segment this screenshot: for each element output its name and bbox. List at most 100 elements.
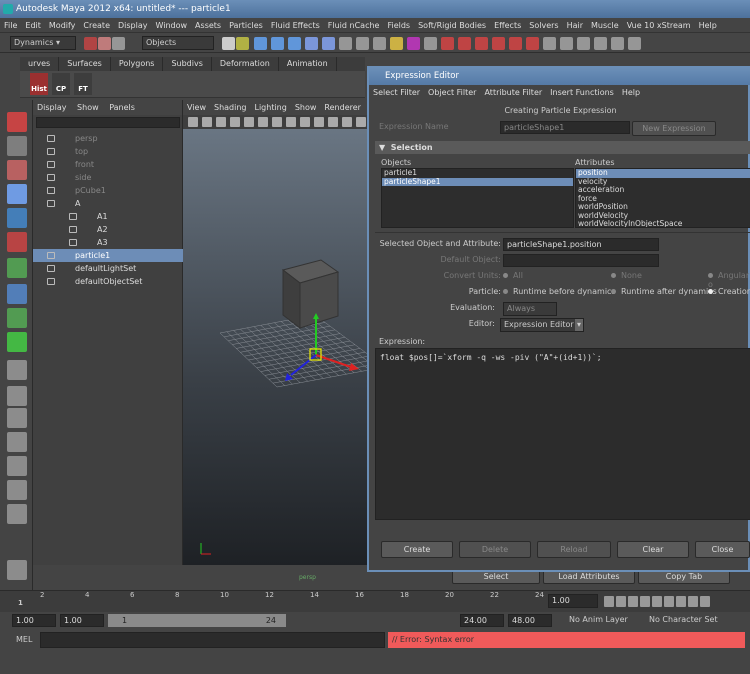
close-button[interactable]: Close	[695, 541, 750, 558]
toolbar-icon[interactable]	[288, 37, 301, 50]
ae-select-button[interactable]: Select	[452, 570, 540, 584]
mel-label[interactable]: MEL	[16, 635, 32, 644]
default-object-field[interactable]	[503, 254, 659, 267]
playback-end-field[interactable]: 24.00	[460, 614, 504, 627]
playback-button-icon[interactable]	[640, 596, 650, 607]
viewport-menu-shading[interactable]: Shading	[214, 103, 247, 112]
tool-icon[interactable]	[7, 284, 27, 304]
outliner-item[interactable]: defaultLightSet	[33, 262, 183, 275]
tool-icon[interactable]	[7, 112, 27, 132]
toolbar-icon[interactable]	[373, 37, 386, 50]
selected-object-field[interactable]: particleShape1.position	[503, 238, 659, 251]
viewport-menu-show[interactable]: Show	[295, 103, 317, 112]
attribute-list-item[interactable]: worldVelocityInObjectSpace	[576, 219, 750, 227]
toolbar-icon[interactable]	[356, 37, 369, 50]
toolbar-icon[interactable]	[628, 37, 641, 50]
tool-icon[interactable]	[7, 208, 27, 228]
playback-button-icon[interactable]	[700, 596, 710, 607]
perspective-viewport[interactable]: ViewShadingLightingShowRendererPanel per…	[183, 100, 391, 581]
viewport-tool-icon[interactable]	[230, 117, 240, 127]
objects-list[interactable]: particle1 particleShape1	[381, 168, 574, 228]
viewport-tool-icon[interactable]	[356, 117, 366, 127]
outliner-menu-panels[interactable]: Panels	[109, 103, 135, 112]
toolbar-icon[interactable]	[543, 37, 556, 50]
toolbar-icon[interactable]	[305, 37, 318, 50]
playback-button-icon[interactable]	[652, 596, 662, 607]
menu-create[interactable]: Create	[83, 21, 110, 30]
menu-modify[interactable]: Modify	[49, 21, 76, 30]
viewport-menu-view[interactable]: View	[187, 103, 206, 112]
outliner-menu-display[interactable]: Display	[37, 103, 67, 112]
tool-icon[interactable]	[7, 386, 27, 406]
editor-menu-attribute-filter[interactable]: Attribute Filter	[484, 88, 542, 97]
shelf-tab-polygons[interactable]: Polygons	[111, 57, 164, 71]
playback-button-icon[interactable]	[604, 596, 614, 607]
outliner-item[interactable]: particle1	[33, 249, 183, 262]
toolbar-icon[interactable]	[577, 37, 590, 50]
outliner-item[interactable]: A1	[33, 210, 183, 223]
toolbar-icon[interactable]	[475, 37, 488, 50]
menu-muscle[interactable]: Muscle	[591, 21, 619, 30]
character-set-dropdown[interactable]: No Character Set	[646, 614, 740, 628]
menu-fluid-ncache[interactable]: Fluid nCache	[328, 21, 380, 30]
outliner-item[interactable]: A	[33, 197, 183, 210]
viewport-tool-icon[interactable]	[314, 117, 324, 127]
toolbar-icon[interactable]	[322, 37, 335, 50]
menu-particles[interactable]: Particles	[229, 21, 263, 30]
outliner-search-field[interactable]	[36, 117, 180, 128]
tool-icon[interactable]	[7, 432, 27, 452]
ae-copy-tab-button[interactable]: Copy Tab	[638, 570, 730, 584]
toolbar-icon[interactable]	[254, 37, 267, 50]
toolbar-icon[interactable]	[560, 37, 573, 50]
hist-button[interactable]: Hist	[30, 73, 48, 95]
outliner-item[interactable]: front	[33, 158, 183, 171]
shelf-tab-subdivs[interactable]: Subdivs	[163, 57, 212, 71]
outliner-item[interactable]: defaultObjectSet	[33, 275, 183, 288]
current-frame-field[interactable]: 1.00	[548, 594, 598, 608]
time-slider[interactable]: 1.00 1 2 4 6 8 10 12 14 16 18 20 22 24	[0, 590, 750, 612]
tool-icon[interactable]	[7, 232, 27, 252]
tool-icon[interactable]	[7, 308, 27, 328]
toolbar-icon[interactable]	[424, 37, 437, 50]
tool-icon[interactable]	[7, 258, 27, 278]
clear-button[interactable]: Clear	[617, 541, 689, 558]
viewport-tool-icon[interactable]	[202, 117, 212, 127]
playback-button-icon[interactable]	[688, 596, 698, 607]
expression-editor-titlebar[interactable]: Expression Editor	[369, 68, 750, 85]
convert-units-none-radio[interactable]: None	[611, 271, 642, 280]
attributes-list[interactable]: position velocity acceleration force worldPo…	[575, 168, 750, 228]
editor-menu-insert-functions[interactable]: Insert Functions	[550, 88, 614, 97]
playback-button-icon[interactable]	[628, 596, 638, 607]
toolbar-icon[interactable]	[112, 37, 125, 50]
menu-window[interactable]: Window	[156, 21, 188, 30]
evaluation-dropdown[interactable]: Always	[503, 302, 557, 316]
menuset-dropdown[interactable]: Dynamics ▾	[10, 36, 76, 50]
anim-layer-dropdown[interactable]: No Anim Layer	[566, 614, 642, 628]
reload-button[interactable]: Reload	[537, 541, 611, 558]
menu-soft-rigid-bodies[interactable]: Soft/Rigid Bodies	[418, 21, 486, 30]
menu-vue-10-xstream[interactable]: Vue 10 xStream	[627, 21, 691, 30]
viewport-menu-lighting[interactable]: Lighting	[254, 103, 286, 112]
create-button[interactable]: Create	[381, 541, 453, 558]
cp-button[interactable]: CP	[52, 73, 70, 95]
shelf-tab-deformation[interactable]: Deformation	[212, 57, 279, 71]
tool-icon[interactable]	[7, 332, 27, 352]
creation-radio[interactable]: Creation	[708, 287, 750, 296]
viewport-tool-icon[interactable]	[216, 117, 226, 127]
viewport-tool-icon[interactable]	[272, 117, 282, 127]
viewport-tool-icon[interactable]	[244, 117, 254, 127]
toolbar-icon[interactable]	[611, 37, 624, 50]
toolbar-icon[interactable]	[509, 37, 522, 50]
anim-start-field[interactable]: 1.00	[12, 614, 56, 627]
toolbar-icon[interactable]	[271, 37, 284, 50]
playback-button-icon[interactable]	[616, 596, 626, 607]
attribute-list-item[interactable]: acceleration	[576, 185, 750, 195]
viewport-menu-renderer[interactable]: Renderer	[324, 103, 361, 112]
new-expression-button[interactable]: New Expression	[632, 121, 716, 136]
toolbar-icon[interactable]	[441, 37, 454, 50]
command-input[interactable]	[40, 632, 385, 648]
shelf-tab-animation[interactable]: Animation	[279, 57, 337, 71]
menu-fields[interactable]: Fields	[387, 21, 410, 30]
editor-menu-object-filter[interactable]: Object Filter	[428, 88, 476, 97]
tool-icon[interactable]	[7, 160, 27, 180]
